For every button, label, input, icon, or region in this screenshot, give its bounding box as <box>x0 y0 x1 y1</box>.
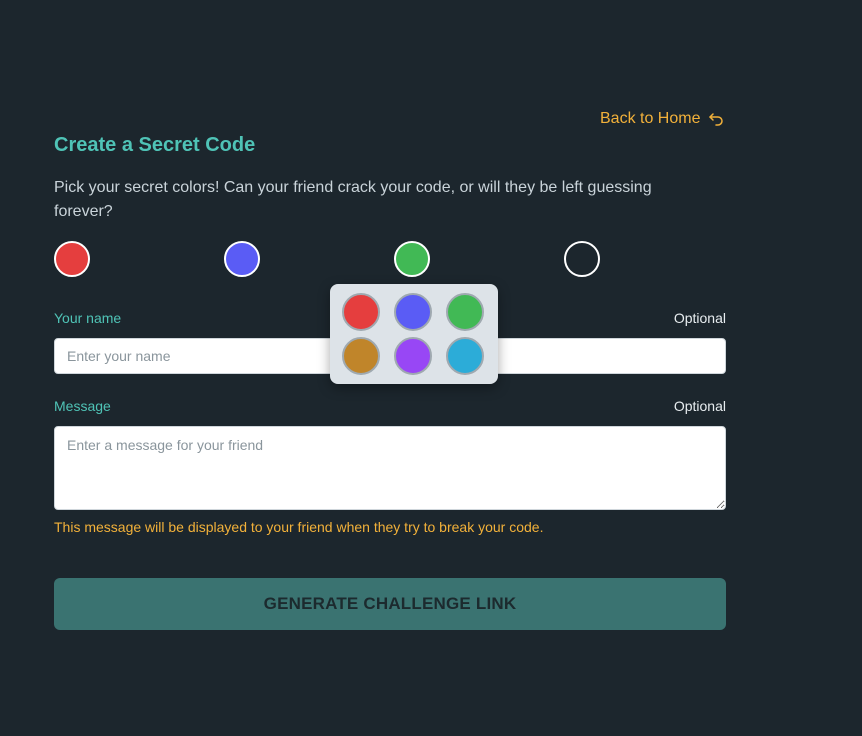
message-label: Message <box>54 398 111 414</box>
color-option-purple[interactable] <box>394 337 432 375</box>
name-label: Your name <box>54 310 122 326</box>
color-option-orange[interactable] <box>342 337 380 375</box>
name-optional-tag: Optional <box>673 310 726 326</box>
code-slot-4-empty[interactable] <box>564 241 600 277</box>
message-textarea[interactable] <box>54 426 726 510</box>
back-to-home-link[interactable]: Back to Home <box>600 110 724 128</box>
code-slot-1[interactable] <box>54 241 90 277</box>
message-hint: This message will be displayed to your f… <box>54 519 544 535</box>
color-option-green[interactable] <box>446 293 484 331</box>
message-optional-tag: Optional <box>673 398 726 414</box>
create-code-page: Back to Home Create a Secret Code Pick y… <box>0 0 862 736</box>
code-slot-3[interactable] <box>394 241 430 277</box>
page-title: Create a Secret Code <box>54 134 256 156</box>
page-description: Pick your secret colors! Can your friend… <box>54 179 652 220</box>
color-option-blue[interactable] <box>394 293 432 331</box>
code-slot-2[interactable] <box>224 241 260 277</box>
color-option-cyan[interactable] <box>446 337 484 375</box>
color-option-red[interactable] <box>342 293 380 331</box>
color-picker-popover <box>330 284 498 384</box>
undo-arrow-icon <box>708 111 724 127</box>
generate-challenge-link-button[interactable]: GENERATE CHALLENGE LINK <box>54 578 726 630</box>
back-link-label: Back to Home <box>600 110 701 127</box>
